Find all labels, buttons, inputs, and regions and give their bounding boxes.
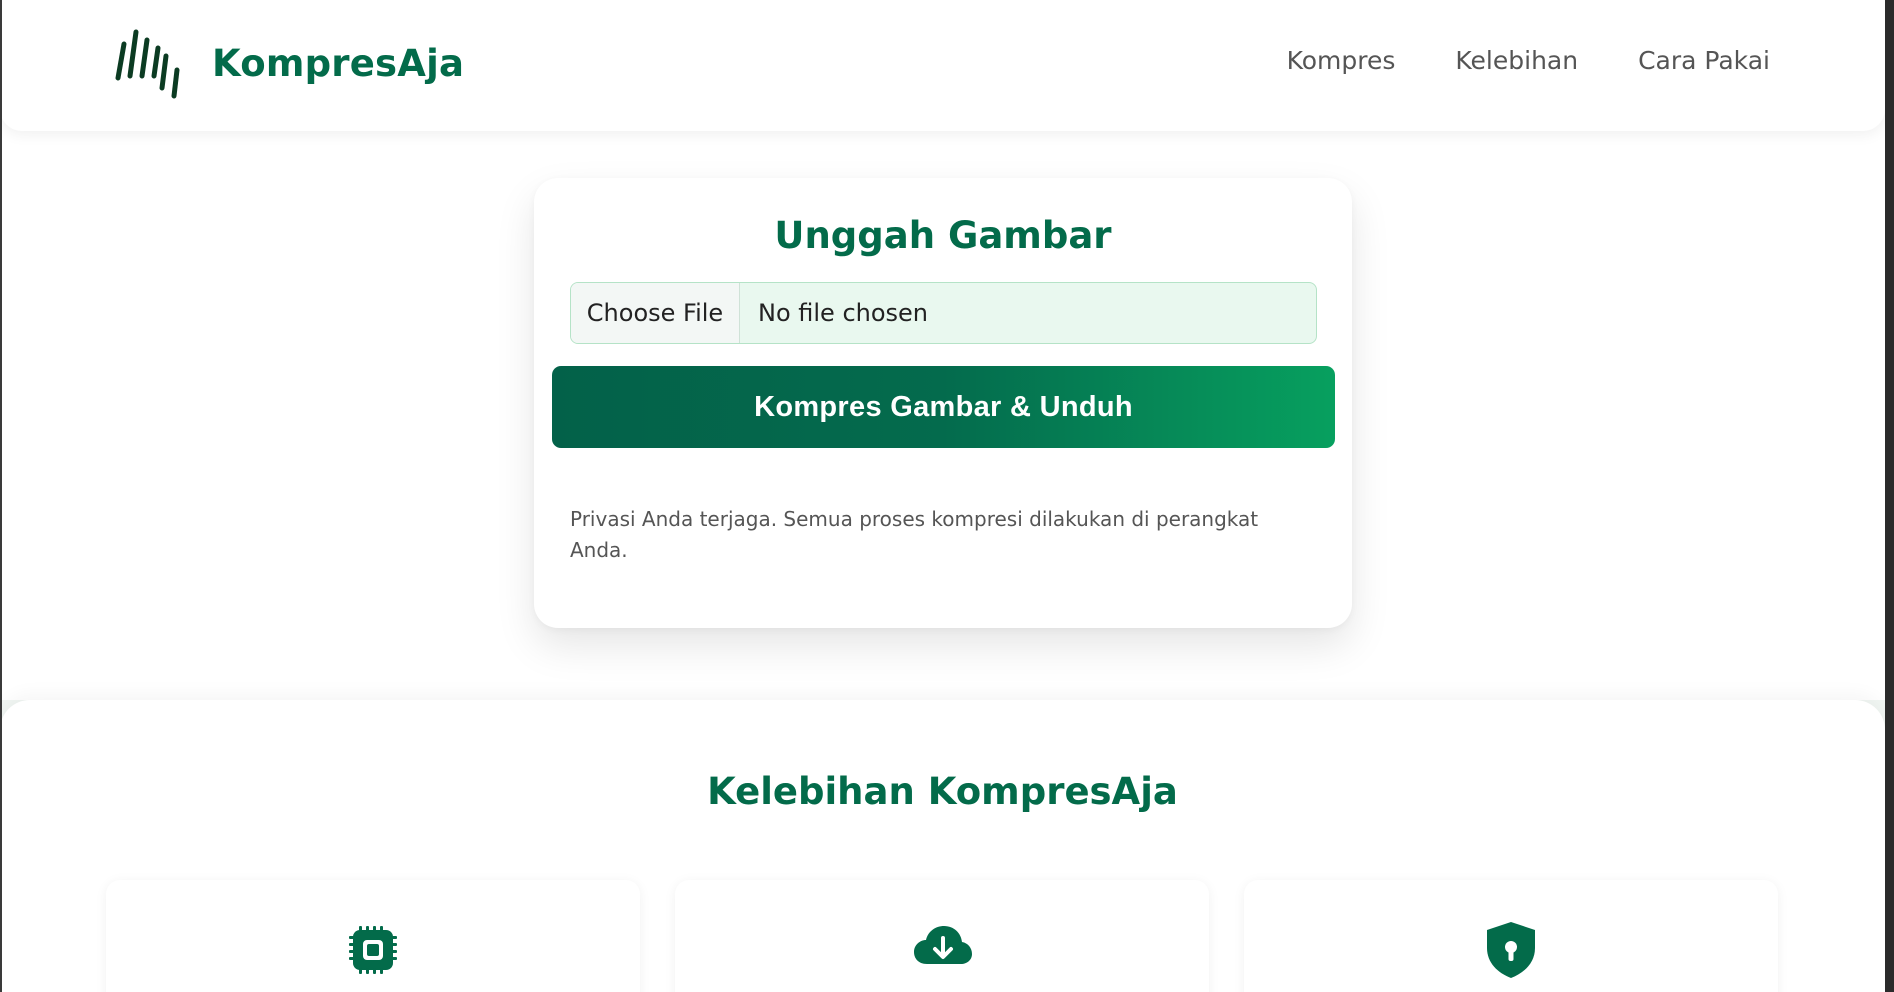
feature-card-security (1244, 880, 1778, 992)
feature-card-chip (106, 880, 640, 992)
window-border (0, 0, 2, 992)
file-input[interactable]: Choose File No file chosen (570, 282, 1317, 344)
cloud-download-icon (914, 926, 972, 964)
nav-link-cara-pakai[interactable]: Cara Pakai (1638, 46, 1770, 75)
window-scrollbar[interactable] (1885, 0, 1894, 992)
feature-card-download (675, 880, 1209, 992)
main-nav: Kompres Kelebihan Cara Pakai (1287, 46, 1770, 75)
compress-download-button[interactable]: Kompres Gambar & Unduh (552, 366, 1335, 448)
upload-card: Unggah Gambar Choose File No file chosen… (534, 178, 1352, 628)
brand-name: KompresAja (212, 41, 465, 85)
chip-icon (349, 926, 397, 974)
site-header: KompresAja Kompres Kelebihan Cara Pakai (0, 0, 1885, 131)
privacy-note: Privasi Anda terjaga. Semua proses kompr… (570, 507, 1259, 562)
brand-logo[interactable]: KompresAja (110, 26, 464, 100)
upload-title: Unggah Gambar (774, 214, 1112, 257)
brand-bars-icon (115, 29, 180, 99)
choose-file-button[interactable]: Choose File (571, 283, 740, 343)
nav-link-kompres[interactable]: Kompres (1287, 46, 1396, 75)
file-status-text: No file chosen (758, 299, 929, 327)
nav-link-kelebihan[interactable]: Kelebihan (1455, 46, 1578, 75)
features-title: Kelebihan KompresAja (707, 770, 1178, 813)
features-section: Kelebihan KompresAja (0, 700, 1885, 992)
shield-lock-icon (1487, 922, 1535, 978)
page: KompresAja Kompres Kelebihan Cara Pakai … (0, 0, 1894, 992)
